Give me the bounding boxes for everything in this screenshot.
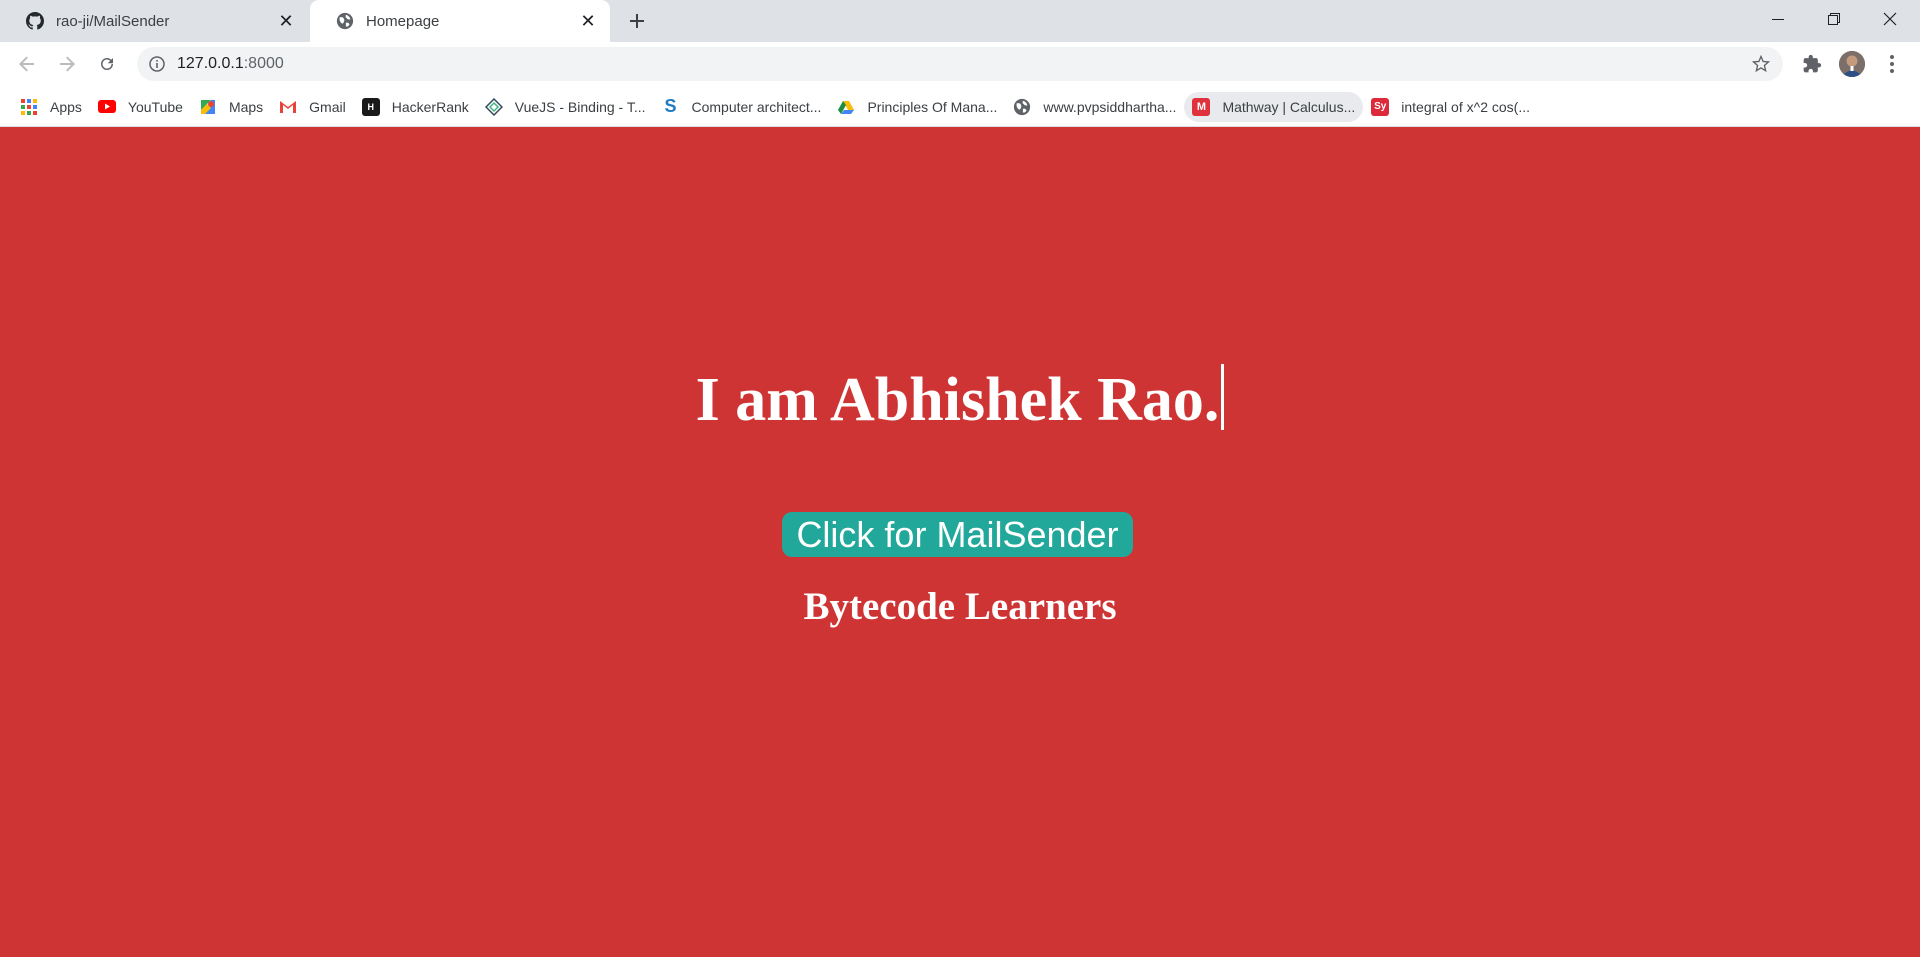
browser-toolbar: 127.0.0.1:8000 (0, 42, 1920, 87)
url-host: 127.0.0.1 (177, 55, 244, 72)
github-icon (25, 11, 45, 31)
kebab-menu-icon (1890, 55, 1894, 73)
globe-icon (1013, 98, 1031, 116)
forward-arrow-icon (60, 56, 75, 72)
bookmark-apps[interactable]: Apps (12, 92, 90, 122)
back-button[interactable] (11, 48, 43, 80)
minimize-button[interactable] (1750, 0, 1806, 38)
bookmark-label: Maps (228, 98, 264, 115)
close-tab-icon[interactable]: ✕ (274, 9, 298, 33)
apps-grid-icon (20, 98, 38, 116)
page-content: I am Abhishek Rao. Click for MailSender … (0, 128, 1920, 957)
tab-strip: rao-ji/MailSender ✕ Homepage ✕ (0, 0, 1920, 42)
bookmark-star-icon[interactable] (1751, 54, 1771, 74)
mathway-icon: M (1192, 97, 1211, 116)
bookmark-mathway[interactable]: M Mathway | Calculus... (1184, 91, 1364, 122)
address-bar[interactable]: 127.0.0.1:8000 (137, 47, 1783, 81)
globe-icon (335, 11, 355, 31)
reload-button[interactable] (91, 48, 123, 80)
profile-avatar[interactable] (1839, 51, 1865, 77)
page-headline: I am Abhishek Rao. (0, 364, 1920, 436)
restore-icon (1828, 13, 1840, 25)
bookmark-hackerrank[interactable]: H HackerRank (354, 92, 477, 122)
bookmark-label: YouTube (127, 98, 183, 115)
minimize-icon (1772, 19, 1784, 20)
bookmark-maps[interactable]: Maps (191, 92, 271, 122)
bookmark-label: Mathway | Calculus... (1222, 98, 1356, 115)
bookmark-pvpsiddhartha[interactable]: www.pvpsiddhartha... (1005, 92, 1184, 122)
site-info-icon[interactable] (148, 55, 166, 73)
tab-title: rao-ji/MailSender (56, 12, 170, 30)
plus-icon (630, 14, 644, 28)
bookmark-label: VueJS - Binding - T... (514, 98, 646, 115)
bookmark-label: Principles Of Mana... (867, 98, 998, 115)
mailsender-button[interactable]: Click for MailSender (782, 512, 1133, 557)
bookmark-gmail[interactable]: Gmail (271, 92, 354, 122)
url-text: 127.0.0.1:8000 (177, 55, 284, 73)
bookmark-youtube[interactable]: YouTube (90, 92, 191, 122)
bookmark-label: Apps (50, 98, 82, 115)
tab-mailsender-repo[interactable]: rao-ji/MailSender ✕ (0, 0, 308, 42)
bookmark-computer-architecture[interactable]: S Computer architect... (654, 92, 830, 122)
extensions-button[interactable] (1796, 48, 1828, 80)
drive-icon (837, 98, 855, 116)
close-icon (1883, 12, 1897, 26)
bookmark-symbolab[interactable]: Sy integral of x^2 cos(... (1363, 92, 1538, 122)
tab-title: Homepage (366, 12, 440, 30)
bookmarks-bar: Apps YouTube Maps Gmail H HackerRank Vue… (0, 87, 1920, 127)
close-tab-icon[interactable]: ✕ (576, 9, 600, 33)
vuejs-icon (484, 97, 503, 116)
scribd-icon: S (664, 96, 677, 116)
back-arrow-icon (19, 56, 34, 72)
chrome-menu-button[interactable] (1876, 48, 1908, 80)
headline-text: I am Abhishek Rao. (695, 366, 1220, 434)
bookmark-label: Gmail (309, 98, 346, 115)
bookmark-label: www.pvpsiddhartha... (1043, 98, 1177, 115)
forward-button[interactable] (51, 48, 83, 80)
tab-homepage[interactable]: Homepage ✕ (310, 0, 610, 42)
maps-icon (199, 98, 217, 116)
page-subheading: Bytecode Learners (803, 585, 1117, 628)
bookmark-label: Computer architect... (691, 98, 822, 115)
text-cursor (1221, 364, 1225, 430)
bookmark-vuejs[interactable]: VueJS - Binding - T... (477, 92, 654, 122)
youtube-icon (97, 98, 116, 116)
bookmark-label: HackerRank (391, 98, 469, 115)
puzzle-icon (1803, 54, 1822, 73)
gmail-icon (279, 98, 297, 116)
restore-button[interactable] (1806, 0, 1862, 38)
bookmark-label: integral of x^2 cos(... (1401, 98, 1530, 115)
url-port: :8000 (243, 55, 284, 72)
new-tab-button[interactable] (623, 7, 651, 35)
bookmark-principles-of-management[interactable]: Principles Of Mana... (829, 92, 1005, 122)
reload-icon (101, 58, 113, 70)
close-window-button[interactable] (1862, 0, 1918, 38)
symbolab-icon: Sy (1371, 97, 1390, 116)
hackerrank-icon: H (361, 97, 380, 116)
